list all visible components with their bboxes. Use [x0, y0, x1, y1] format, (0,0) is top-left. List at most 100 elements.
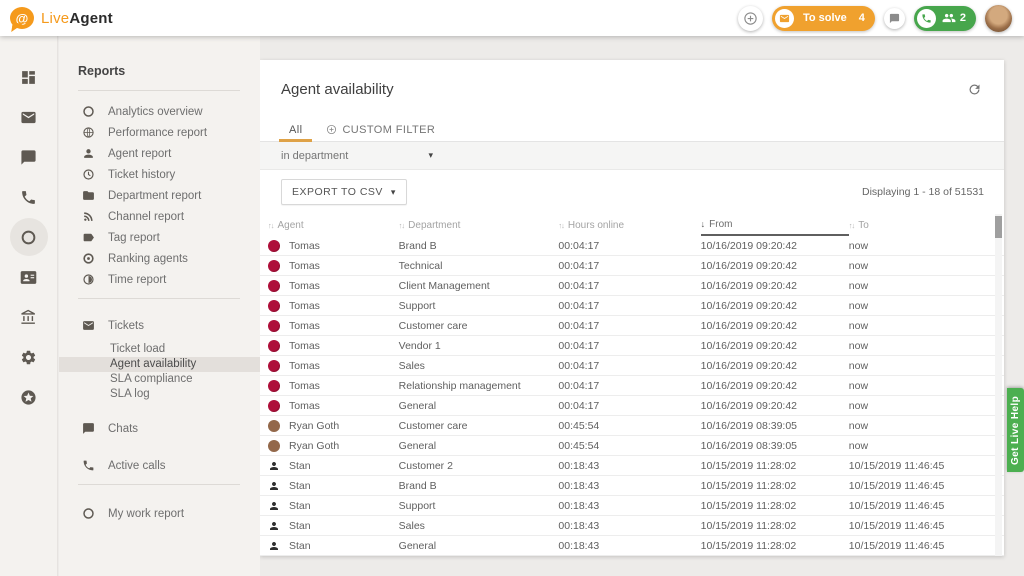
rail-item-tickets[interactable] [10, 98, 48, 136]
sidebar-item-tag-report[interactable]: Tag report [59, 227, 260, 248]
from-cell: 10/16/2019 09:20:42 [701, 300, 849, 312]
agent-cell: Stan [268, 520, 399, 532]
rail-item-chats[interactable] [10, 138, 48, 176]
agent-name: Tomas [289, 240, 320, 252]
table-row[interactable]: StanCustomer 200:18:4310/15/2019 11:28:0… [260, 456, 1004, 476]
agent-avatar [268, 400, 280, 412]
sidebar-item-ranking-agents[interactable]: Ranking agents [59, 248, 260, 269]
sidebar-item-performance-report[interactable]: Performance report [59, 122, 260, 143]
hours-online-cell: 00:04:17 [558, 400, 700, 412]
refresh-icon [967, 82, 982, 97]
column-header-from[interactable]: ↓From [701, 214, 849, 236]
sidebar-item-ticket-history[interactable]: Ticket history [59, 164, 260, 185]
rail-item-reports[interactable] [10, 218, 48, 256]
column-header-to[interactable]: ↑↓To [849, 214, 994, 236]
history-icon [82, 168, 95, 181]
agent-cell: Tomas [268, 300, 399, 312]
agent-name: Ryan Goth [289, 420, 339, 432]
from-cell: 10/16/2019 09:20:42 [701, 400, 849, 412]
agent-cell: Ryan Goth [268, 440, 399, 452]
rail-item-customers[interactable] [10, 258, 48, 296]
tag-icon [82, 231, 95, 244]
to-solve-button[interactable]: To solve 4 [772, 6, 875, 31]
add-button[interactable] [738, 6, 763, 31]
sidebar-item-time-report[interactable]: Time report [59, 269, 260, 290]
sidebar-title: Reports [59, 46, 260, 90]
icon-rail [0, 36, 58, 576]
table-row[interactable]: StanBrand B00:18:4310/15/2019 11:28:0210… [260, 476, 1004, 496]
agent-avatar [268, 240, 280, 252]
reports-sidebar: Reports Analytics overviewPerformance re… [59, 36, 260, 576]
sidebar-item-channel-report[interactable]: Channel report [59, 206, 260, 227]
column-header-department[interactable]: ↑↓Department [399, 214, 559, 236]
to-cell: now [849, 340, 994, 352]
agent-name: Tomas [289, 380, 320, 392]
table-row[interactable]: StanSales00:18:4310/15/2019 11:28:0210/1… [260, 516, 1004, 536]
sidebar-item-tickets[interactable]: Tickets [59, 315, 260, 336]
hours-online-cell: 00:04:17 [558, 240, 700, 252]
rail-item-settings[interactable] [10, 338, 48, 376]
sidebar-item-agent-availability[interactable]: Agent availability [59, 357, 260, 372]
sidebar-item-sla-compliance[interactable]: SLA compliance [59, 372, 260, 387]
sidebar-item-label: Active calls [108, 460, 166, 472]
sidebar-item-active-calls[interactable]: Active calls [59, 455, 260, 476]
sidebar-item-chats[interactable]: Chats [59, 418, 260, 439]
column-header-hours-online[interactable]: ↑↓Hours online [558, 214, 700, 236]
table-scrollbar [995, 214, 1002, 576]
column-header-agent[interactable]: ↑↓Agent [268, 214, 399, 236]
scrollbar-track[interactable] [995, 214, 1002, 556]
table-row[interactable]: TomasSupport00:04:1710/16/2019 09:20:42n… [260, 296, 1004, 316]
table-row[interactable]: TomasSales00:04:1710/16/2019 09:20:42now [260, 356, 1004, 376]
tab-custom-filter[interactable]: CUSTOM FILTER [314, 118, 447, 141]
hours-online-cell: 00:45:54 [558, 420, 700, 432]
chat-mini-button[interactable] [884, 8, 905, 29]
agent-name: Stan [289, 540, 311, 552]
envelope-icon [775, 9, 794, 28]
table-row[interactable]: StanSupport00:18:4310/15/2019 11:28:0210… [260, 496, 1004, 516]
rail-item-dashboard[interactable] [10, 58, 48, 96]
department-cell: Customer 2 [399, 460, 559, 472]
table-header: ↑↓Agent↑↓Department↑↓Hours online↓From↑↓… [260, 214, 1004, 236]
tab-all[interactable]: All [277, 118, 314, 141]
from-cell: 10/16/2019 09:20:42 [701, 280, 849, 292]
sidebar-item-sla-log[interactable]: SLA log [59, 387, 260, 402]
to-cell: now [849, 320, 994, 332]
sort-icon: ↑↓ [268, 221, 274, 230]
calls-button[interactable]: 2 [914, 6, 976, 31]
table-row[interactable]: TomasGeneral00:04:1710/16/2019 09:20:42n… [260, 396, 1004, 416]
target-icon [82, 252, 95, 265]
table-row[interactable]: TomasClient Management00:04:1710/16/2019… [260, 276, 1004, 296]
table-row[interactable]: TomasTechnical00:04:1710/16/2019 09:20:4… [260, 256, 1004, 276]
sidebar-item-label: Channel report [108, 211, 184, 223]
agent-avatar [268, 440, 280, 452]
agent-avatar [268, 260, 280, 272]
rail-item-knowledge-base[interactable] [10, 298, 48, 336]
sidebar-item-label: My work report [108, 508, 184, 520]
agent-cell: Tomas [268, 400, 399, 412]
export-to-csv-button[interactable]: EXPORT TO CSV ▾ [281, 179, 407, 205]
sidebar-item-label: Ticket history [108, 169, 175, 181]
rail-item-addons[interactable] [10, 378, 48, 416]
sidebar-item-agent-report[interactable]: Agent report [59, 143, 260, 164]
sidebar-item-ticket-load[interactable]: Ticket load [59, 342, 260, 357]
scrollbar-thumb[interactable] [995, 216, 1002, 238]
table-row[interactable]: Ryan GothGeneral00:45:5410/16/2019 08:39… [260, 436, 1004, 456]
sidebar-item-analytics-overview[interactable]: Analytics overview [59, 101, 260, 122]
circle-icon [82, 105, 95, 118]
refresh-button[interactable] [967, 82, 982, 97]
table-row[interactable]: TomasVendor 100:04:1710/16/2019 09:20:42… [260, 336, 1004, 356]
rail-item-calls[interactable] [10, 178, 48, 216]
table-row[interactable]: TomasBrand B00:04:1710/16/2019 09:20:42n… [260, 236, 1004, 256]
department-filter-select[interactable]: in department ▾ [281, 150, 433, 162]
table-row[interactable]: TomasCustomer care00:04:1710/16/2019 09:… [260, 316, 1004, 336]
user-avatar[interactable] [985, 5, 1012, 32]
table-row[interactable]: Ryan GothCustomer care00:45:5410/16/2019… [260, 416, 1004, 436]
department-cell: Brand B [399, 240, 559, 252]
department-cell: Brand B [399, 480, 559, 492]
table-row[interactable]: TomasRelationship management00:04:1710/1… [260, 376, 1004, 396]
get-live-help-button[interactable]: Get Live Help [1007, 388, 1024, 472]
sidebar-item-my-work-report[interactable]: My work report [59, 503, 260, 524]
sidebar-item-department-report[interactable]: Department report [59, 185, 260, 206]
table-row[interactable]: StanGeneral00:18:4310/15/2019 11:28:0210… [260, 536, 1004, 556]
department-cell: Support [399, 500, 559, 512]
